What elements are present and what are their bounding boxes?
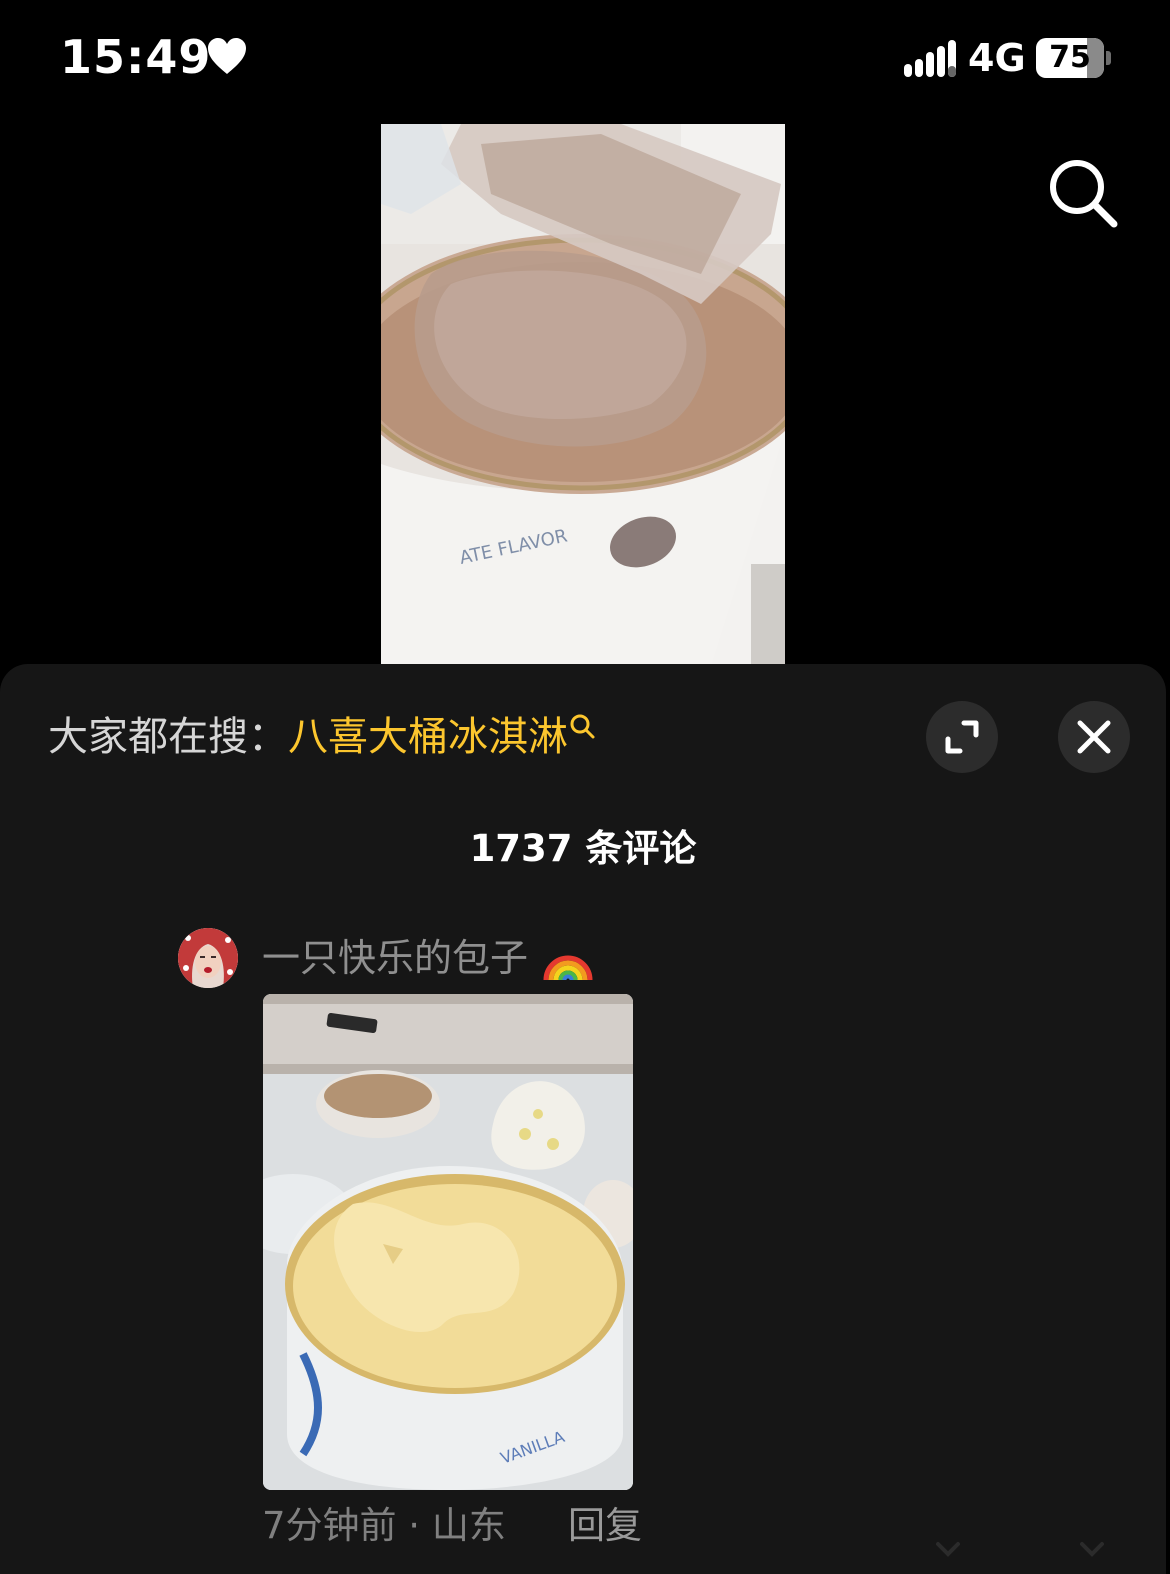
status-bar: 15:49 4G 75	[0, 0, 1170, 120]
comment-count-title: 1737 条评论	[469, 827, 697, 870]
chevron-down-icon	[936, 1542, 960, 1557]
heart-icon	[208, 38, 246, 74]
avatar-image	[178, 928, 238, 988]
comment-username[interactable]: 一只快乐的包子	[262, 932, 528, 984]
search-icon[interactable]	[1046, 156, 1118, 228]
battery-icon: 75	[1036, 38, 1104, 78]
hot-search-small-search-icon	[570, 714, 595, 739]
battery-tip	[1106, 51, 1111, 65]
hot-search-term[interactable]: 八喜大桶冰淇淋	[288, 714, 568, 760]
rainbow-icon	[543, 955, 593, 981]
hot-search-bar[interactable]: 大家都在搜：八喜大桶冰淇淋	[48, 708, 598, 766]
video-player[interactable]: ATE FLAVOR	[381, 124, 785, 666]
hot-search-label: 大家都在搜：	[48, 714, 288, 760]
status-time: 15:49	[60, 30, 212, 84]
network-type: 4G	[968, 36, 1026, 80]
close-icon	[1077, 720, 1111, 754]
chevron-down-icon	[1080, 1542, 1104, 1557]
avatar[interactable]	[178, 928, 238, 988]
video-thumbnail-image: ATE FLAVOR	[381, 124, 785, 666]
signal-icon	[904, 40, 956, 77]
reply-button[interactable]: 回复	[568, 1500, 642, 1552]
comment-image[interactable]: VANILLA	[263, 994, 633, 1490]
comment-image-content: VANILLA	[263, 994, 633, 1490]
expand-icon	[945, 720, 979, 754]
expand-button[interactable]	[926, 701, 998, 773]
comment-meta: 7分钟前 · 山东	[262, 1504, 506, 1547]
battery-percentage: 75	[1049, 40, 1091, 75]
close-button[interactable]	[1058, 701, 1130, 773]
